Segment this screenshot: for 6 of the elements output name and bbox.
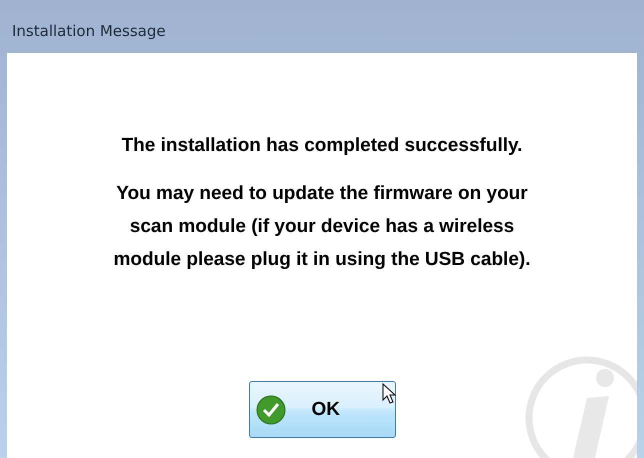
message-text: You may need to update the firmware on your scan module (if your device has a wireless module please plug it in using the USB cable). [114,182,530,272]
cursor-icon [382,383,396,405]
window-title: Installation Message [12,22,166,40]
ok-button[interactable]: OK [248,381,396,438]
message-text: The installation has completed successfully. [122,134,522,158]
check-icon [256,394,286,424]
